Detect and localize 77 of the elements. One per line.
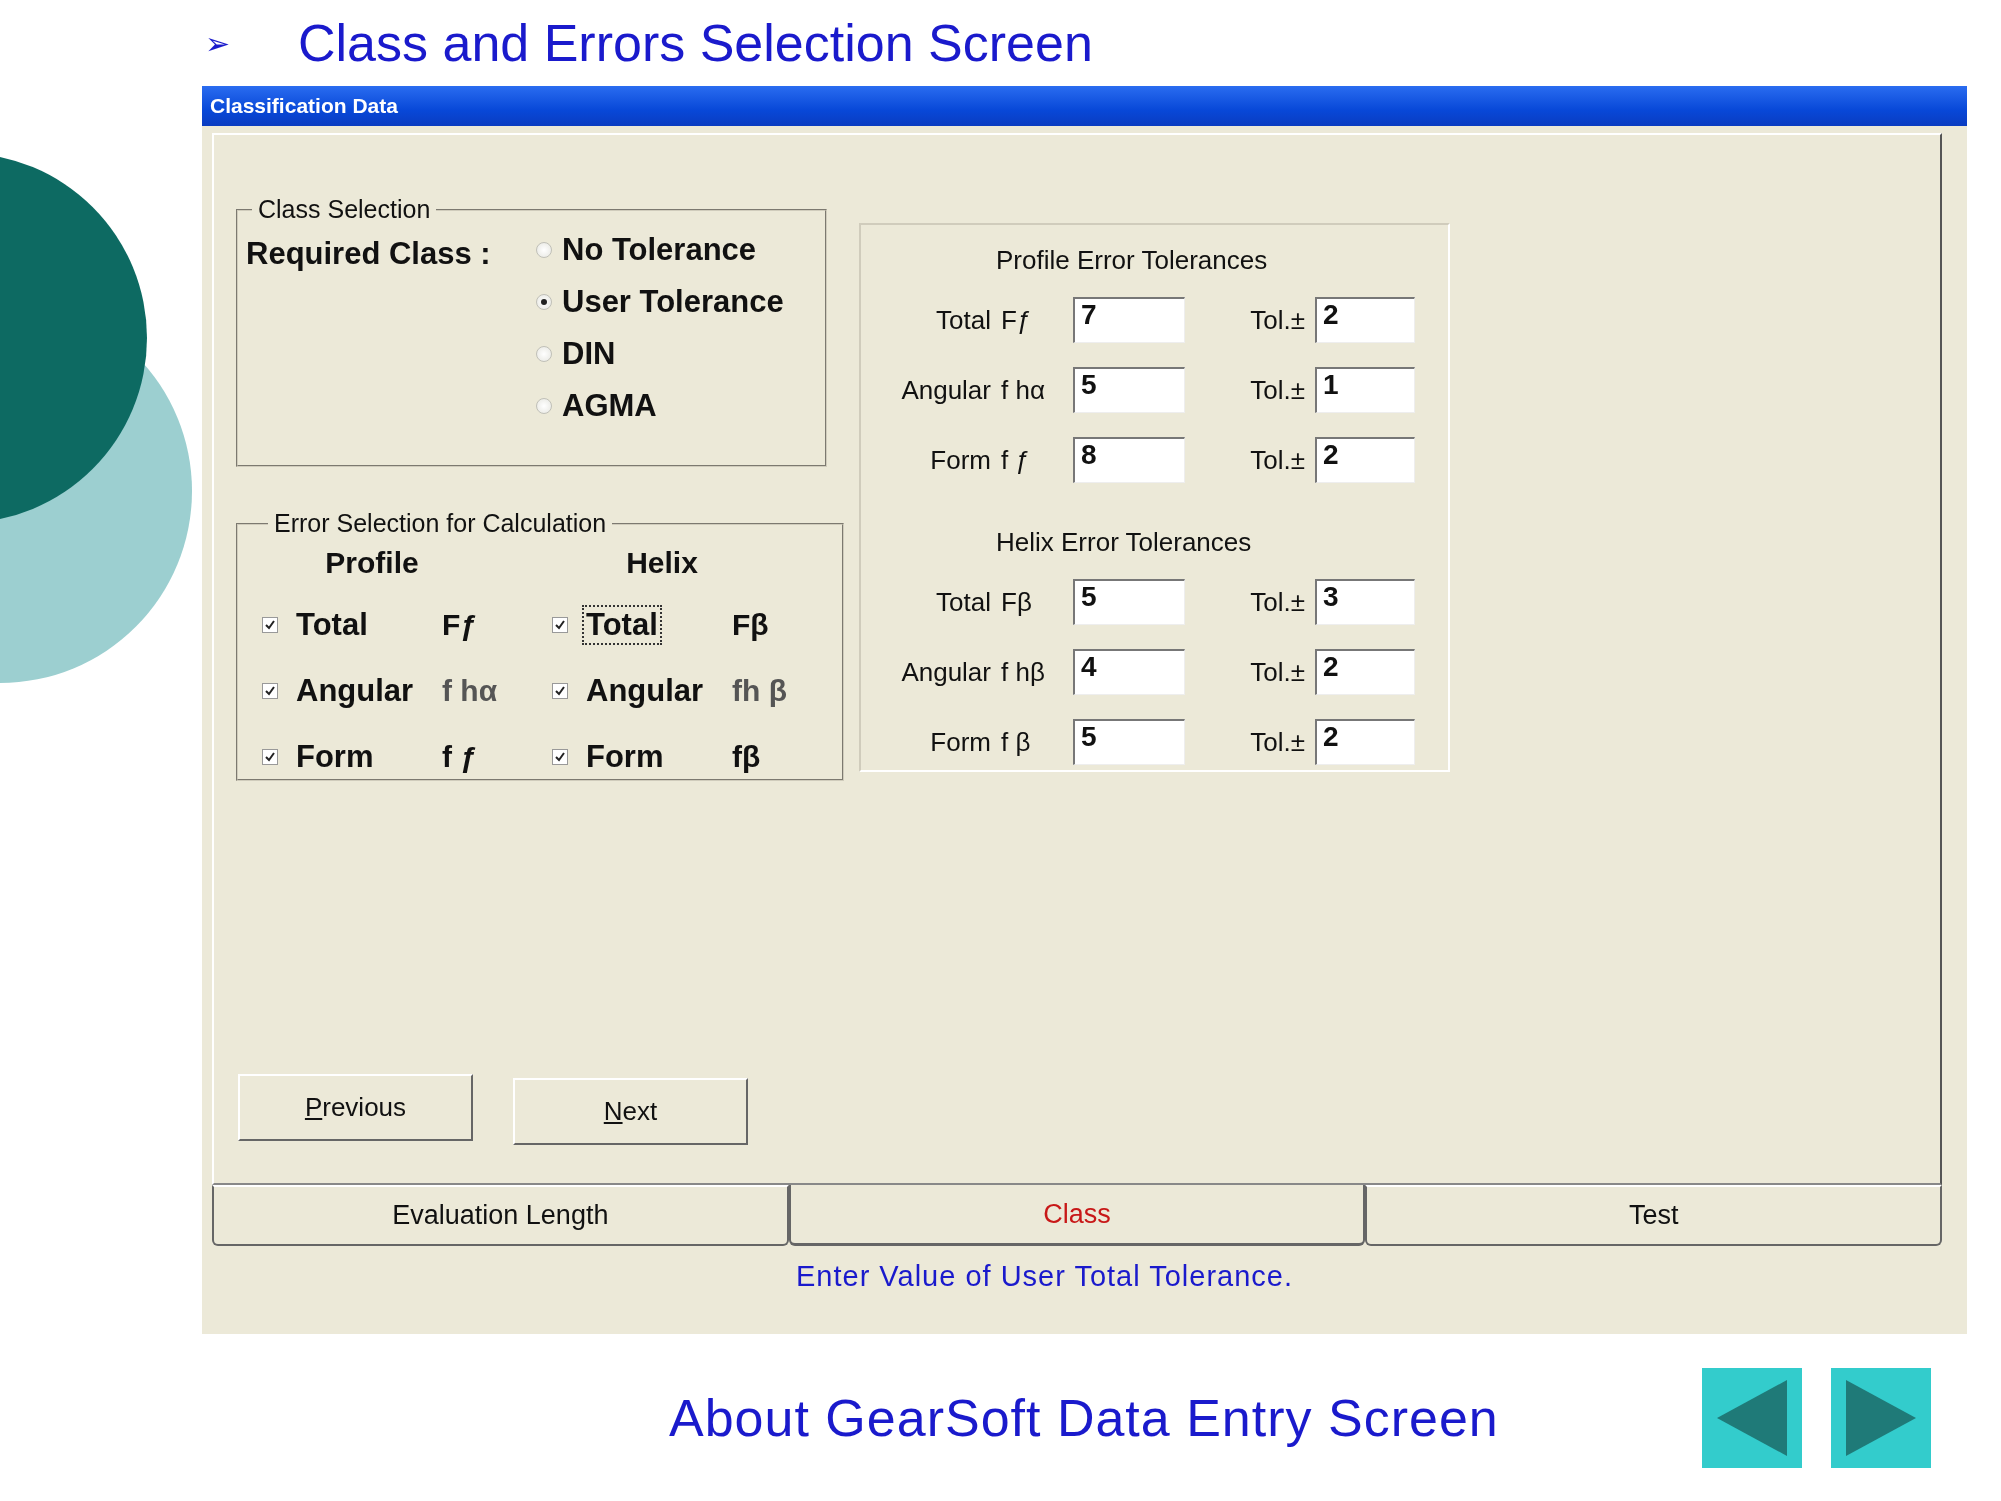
- error-symbol: f ƒ: [442, 740, 478, 774]
- radio-button[interactable]: [536, 398, 552, 414]
- value-field[interactable]: 5: [1073, 579, 1185, 625]
- tolerance-label: Tol.±: [1249, 444, 1305, 476]
- checkbox[interactable]: [552, 617, 568, 633]
- radio-button[interactable]: [536, 294, 552, 310]
- checkbox-label[interactable]: Total: [292, 605, 372, 645]
- checkbox[interactable]: [262, 749, 278, 765]
- status-message: Enter Value of User Total Tolerance.: [795, 1260, 1293, 1292]
- previous-slide-button[interactable]: [1701, 1367, 1802, 1468]
- left-triangle-icon: [1716, 1379, 1787, 1456]
- tolerance-label: Tol.±: [1249, 656, 1305, 688]
- tolerance-field[interactable]: 2: [1315, 649, 1415, 695]
- tolerance-field[interactable]: 3: [1315, 579, 1415, 625]
- tolerance-label: Angular: [900, 656, 991, 688]
- tolerance-label: Tol.±: [1249, 304, 1305, 336]
- radio-button[interactable]: [536, 242, 552, 258]
- value-field[interactable]: 5: [1073, 719, 1185, 765]
- checkbox[interactable]: [262, 617, 278, 633]
- checkbox-label[interactable]: Angular: [582, 671, 708, 711]
- radio-label[interactable]: DIN: [562, 336, 616, 372]
- tolerance-field[interactable]: 1: [1315, 367, 1415, 413]
- tolerance-label: Tol.±: [1249, 586, 1305, 618]
- error-symbol: f hα: [442, 674, 499, 708]
- error-symbol: f hα: [1001, 374, 1046, 406]
- radio-button[interactable]: [536, 346, 552, 362]
- tab[interactable]: Test: [1365, 1185, 1942, 1246]
- error-symbol: Fƒ: [1001, 304, 1033, 336]
- tab[interactable]: Evaluation Length: [212, 1185, 789, 1246]
- tolerance-label: Form: [929, 444, 991, 476]
- tab[interactable]: Class: [788, 1185, 1366, 1246]
- value-field[interactable]: 7: [1073, 297, 1185, 343]
- tolerance-label: Tol.±: [1249, 726, 1305, 758]
- group-title: Error Selection for Calculation: [273, 509, 608, 538]
- tolerance-field[interactable]: 2: [1315, 437, 1415, 483]
- tolerance-label: Tol.±: [1249, 374, 1305, 406]
- value-field[interactable]: 4: [1073, 649, 1185, 695]
- next-button[interactable]: Next: [513, 1078, 748, 1145]
- checkbox-label[interactable]: Angular: [292, 671, 418, 711]
- checkbox-label[interactable]: Form: [582, 737, 668, 777]
- error-symbol: fh β: [732, 674, 788, 708]
- previous-button[interactable]: Previous: [238, 1074, 473, 1141]
- window-title: Classification Data: [202, 86, 1967, 126]
- next-slide-button[interactable]: [1830, 1367, 1931, 1468]
- checkbox[interactable]: [262, 683, 278, 699]
- value-field[interactable]: 5: [1073, 367, 1185, 413]
- radio-label[interactable]: No Tolerance: [562, 232, 757, 268]
- column-heading: Helix: [625, 546, 699, 580]
- bullet-icon: ➢: [205, 25, 298, 61]
- section-heading: Helix Error Tolerances: [996, 526, 1252, 558]
- section-heading: Profile Error Tolerances: [996, 244, 1268, 276]
- tolerance-label: Form: [929, 726, 991, 758]
- value-field[interactable]: 8: [1073, 437, 1185, 483]
- error-symbol: f hβ: [1001, 656, 1046, 688]
- radio-label[interactable]: AGMA: [562, 388, 657, 424]
- tolerance-label: Total: [935, 304, 991, 336]
- group-title: Class Selection: [257, 195, 432, 224]
- error-symbol: Fβ: [1001, 586, 1033, 618]
- checkbox-label[interactable]: Total: [582, 605, 662, 645]
- checkbox[interactable]: [552, 749, 568, 765]
- error-symbol: Fƒ: [442, 608, 478, 642]
- slide-caption: About GearSoft Data Entry Screen: [669, 1387, 1499, 1448]
- column-heading: Profile: [324, 546, 420, 580]
- checkbox[interactable]: [552, 683, 568, 699]
- tolerance-field[interactable]: 2: [1315, 297, 1415, 343]
- tolerance-label: Angular: [900, 374, 991, 406]
- right-triangle-icon: [1845, 1379, 1916, 1456]
- error-symbol: f β: [1001, 726, 1032, 758]
- error-symbol: Fβ: [732, 608, 770, 642]
- tolerance-label: Total: [935, 586, 991, 618]
- tolerance-field[interactable]: 2: [1315, 719, 1415, 765]
- radio-label[interactable]: User Tolerance: [562, 284, 784, 320]
- checkbox-label[interactable]: Form: [292, 737, 378, 777]
- required-class-label: Required Class :: [246, 235, 492, 273]
- error-symbol: fβ: [732, 740, 762, 774]
- error-symbol: f ƒ: [1001, 444, 1031, 476]
- slide-title: Class and Errors Selection Screen: [298, 13, 1093, 73]
